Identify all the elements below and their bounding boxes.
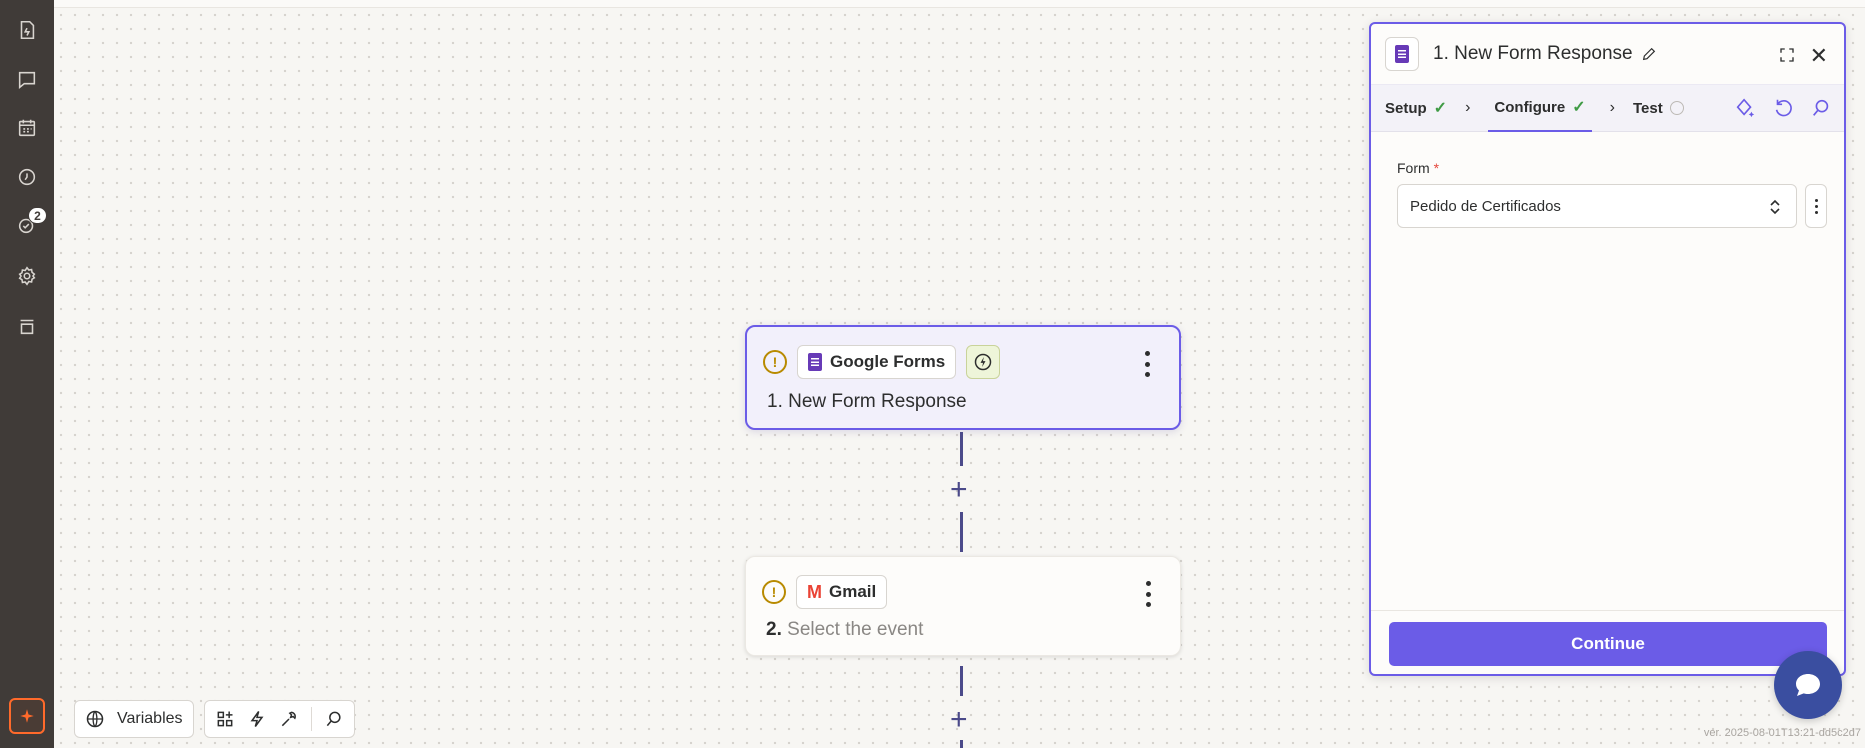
chat-icon[interactable] [13,66,41,94]
version-label: ver. 2025-08-01T13:21-dd5c2d7 [1703,727,1861,739]
chat-bubble-icon [1796,674,1820,696]
panel-header: 1. New Form Response ✕ [1371,24,1844,84]
step-card-2[interactable]: ! M Gmail 2. Select the event [745,556,1181,656]
ai-sparkle-icon[interactable] [1734,97,1756,119]
search-icon[interactable] [1810,97,1832,119]
step-card-header: ! Google Forms [763,345,1001,379]
chevron-right-icon: › [1609,99,1615,116]
globe-icon [86,710,104,728]
check-icon: ✓ [1572,99,1586,116]
tab-setup[interactable]: Setup ✓ [1385,84,1447,132]
panel-tabs: Setup ✓ › Configure ✓ › Test [1371,84,1844,132]
step-card-1[interactable]: ! Google Forms 1. New Form Response [745,325,1181,430]
canvas-tools [203,700,355,738]
chevron-right-icon: › [1465,99,1471,116]
google-forms-icon [808,353,822,371]
settings-icon[interactable] [13,262,41,290]
add-step-icon[interactable]: + [950,705,968,735]
templates-icon[interactable] [13,312,41,340]
canvas-toolbar: Variables [74,700,355,738]
connector-line [960,740,963,748]
variables-label: Variables [117,710,183,727]
app-name: Google Forms [830,352,946,371]
panel-tools [1734,97,1832,119]
refresh-icon[interactable] [1772,97,1794,119]
step-title-text: New Form Response [788,391,967,412]
connector-line [960,512,963,552]
warning-icon: ! [763,350,787,374]
step-editor-panel: 1. New Form Response ✕ Setup ✓ › Configu… [1369,22,1846,676]
panel-footer [1371,610,1844,611]
connector-line [960,666,963,696]
add-apps-icon[interactable] [215,709,235,729]
tab-test[interactable]: Test [1633,84,1684,132]
select-arrows-icon [1770,199,1780,215]
alerts-icon[interactable]: 2 [13,207,47,239]
variables-button[interactable]: Variables [74,700,194,738]
app-chip-google-forms: Google Forms [797,345,957,379]
toolbar-divider [310,707,312,731]
step-title: 2. Select the event [766,619,923,641]
search-icon[interactable] [324,709,344,729]
required-marker: * [1433,160,1440,176]
trigger-icon [966,345,1001,379]
field-options-button[interactable] [1805,184,1827,228]
zaps-icon[interactable] [13,16,41,44]
tab-label: Test [1632,99,1663,117]
continue-button[interactable]: Continue [1389,622,1827,666]
app-chip-gmail: M Gmail [796,575,888,609]
panel-title: 1. New Form Response [1433,43,1633,64]
warning-icon: ! [762,580,786,604]
check-icon: ✓ [1433,100,1448,117]
left-sidebar: 2 [0,0,54,748]
tab-label: Configure [1494,98,1566,116]
wrench-icon[interactable] [279,709,299,729]
step-card-header: ! M Gmail [762,575,888,609]
top-bar [54,0,1865,8]
google-forms-icon [1385,37,1419,71]
support-chat-button[interactable] [1774,651,1842,719]
close-icon[interactable]: ✕ [1810,43,1828,69]
calendar-icon[interactable] [13,114,41,142]
edit-title-icon[interactable] [1641,46,1657,62]
app-name: Gmail [829,582,877,601]
gmail-icon: M [807,581,822,602]
tab-configure[interactable]: Configure ✓ [1488,84,1592,132]
step-more-button[interactable] [1144,581,1152,607]
step-title-text: Select the event [787,619,924,640]
field-label-text: Form [1397,160,1430,176]
step-more-button[interactable] [1143,351,1151,377]
step-number: 1. [767,391,783,412]
sparkle-icon [20,709,34,723]
expand-icon[interactable] [1778,46,1796,64]
form-select-value: Pedido de Certificados [1410,197,1561,215]
lightning-icon[interactable] [247,709,267,729]
form-select[interactable]: Pedido de Certificados [1397,184,1797,228]
form-field-label: Form * [1397,160,1439,176]
ai-assistant-button[interactable] [9,698,45,734]
history-icon[interactable] [13,163,41,191]
connector-line [960,432,963,466]
pending-status-icon [1669,101,1684,115]
add-step-icon[interactable]: + [950,475,968,505]
step-title: 1. New Form Response [767,391,967,413]
tab-label: Setup [1385,99,1427,117]
alerts-badge: 2 [28,207,47,224]
step-number: 2. [766,619,782,640]
